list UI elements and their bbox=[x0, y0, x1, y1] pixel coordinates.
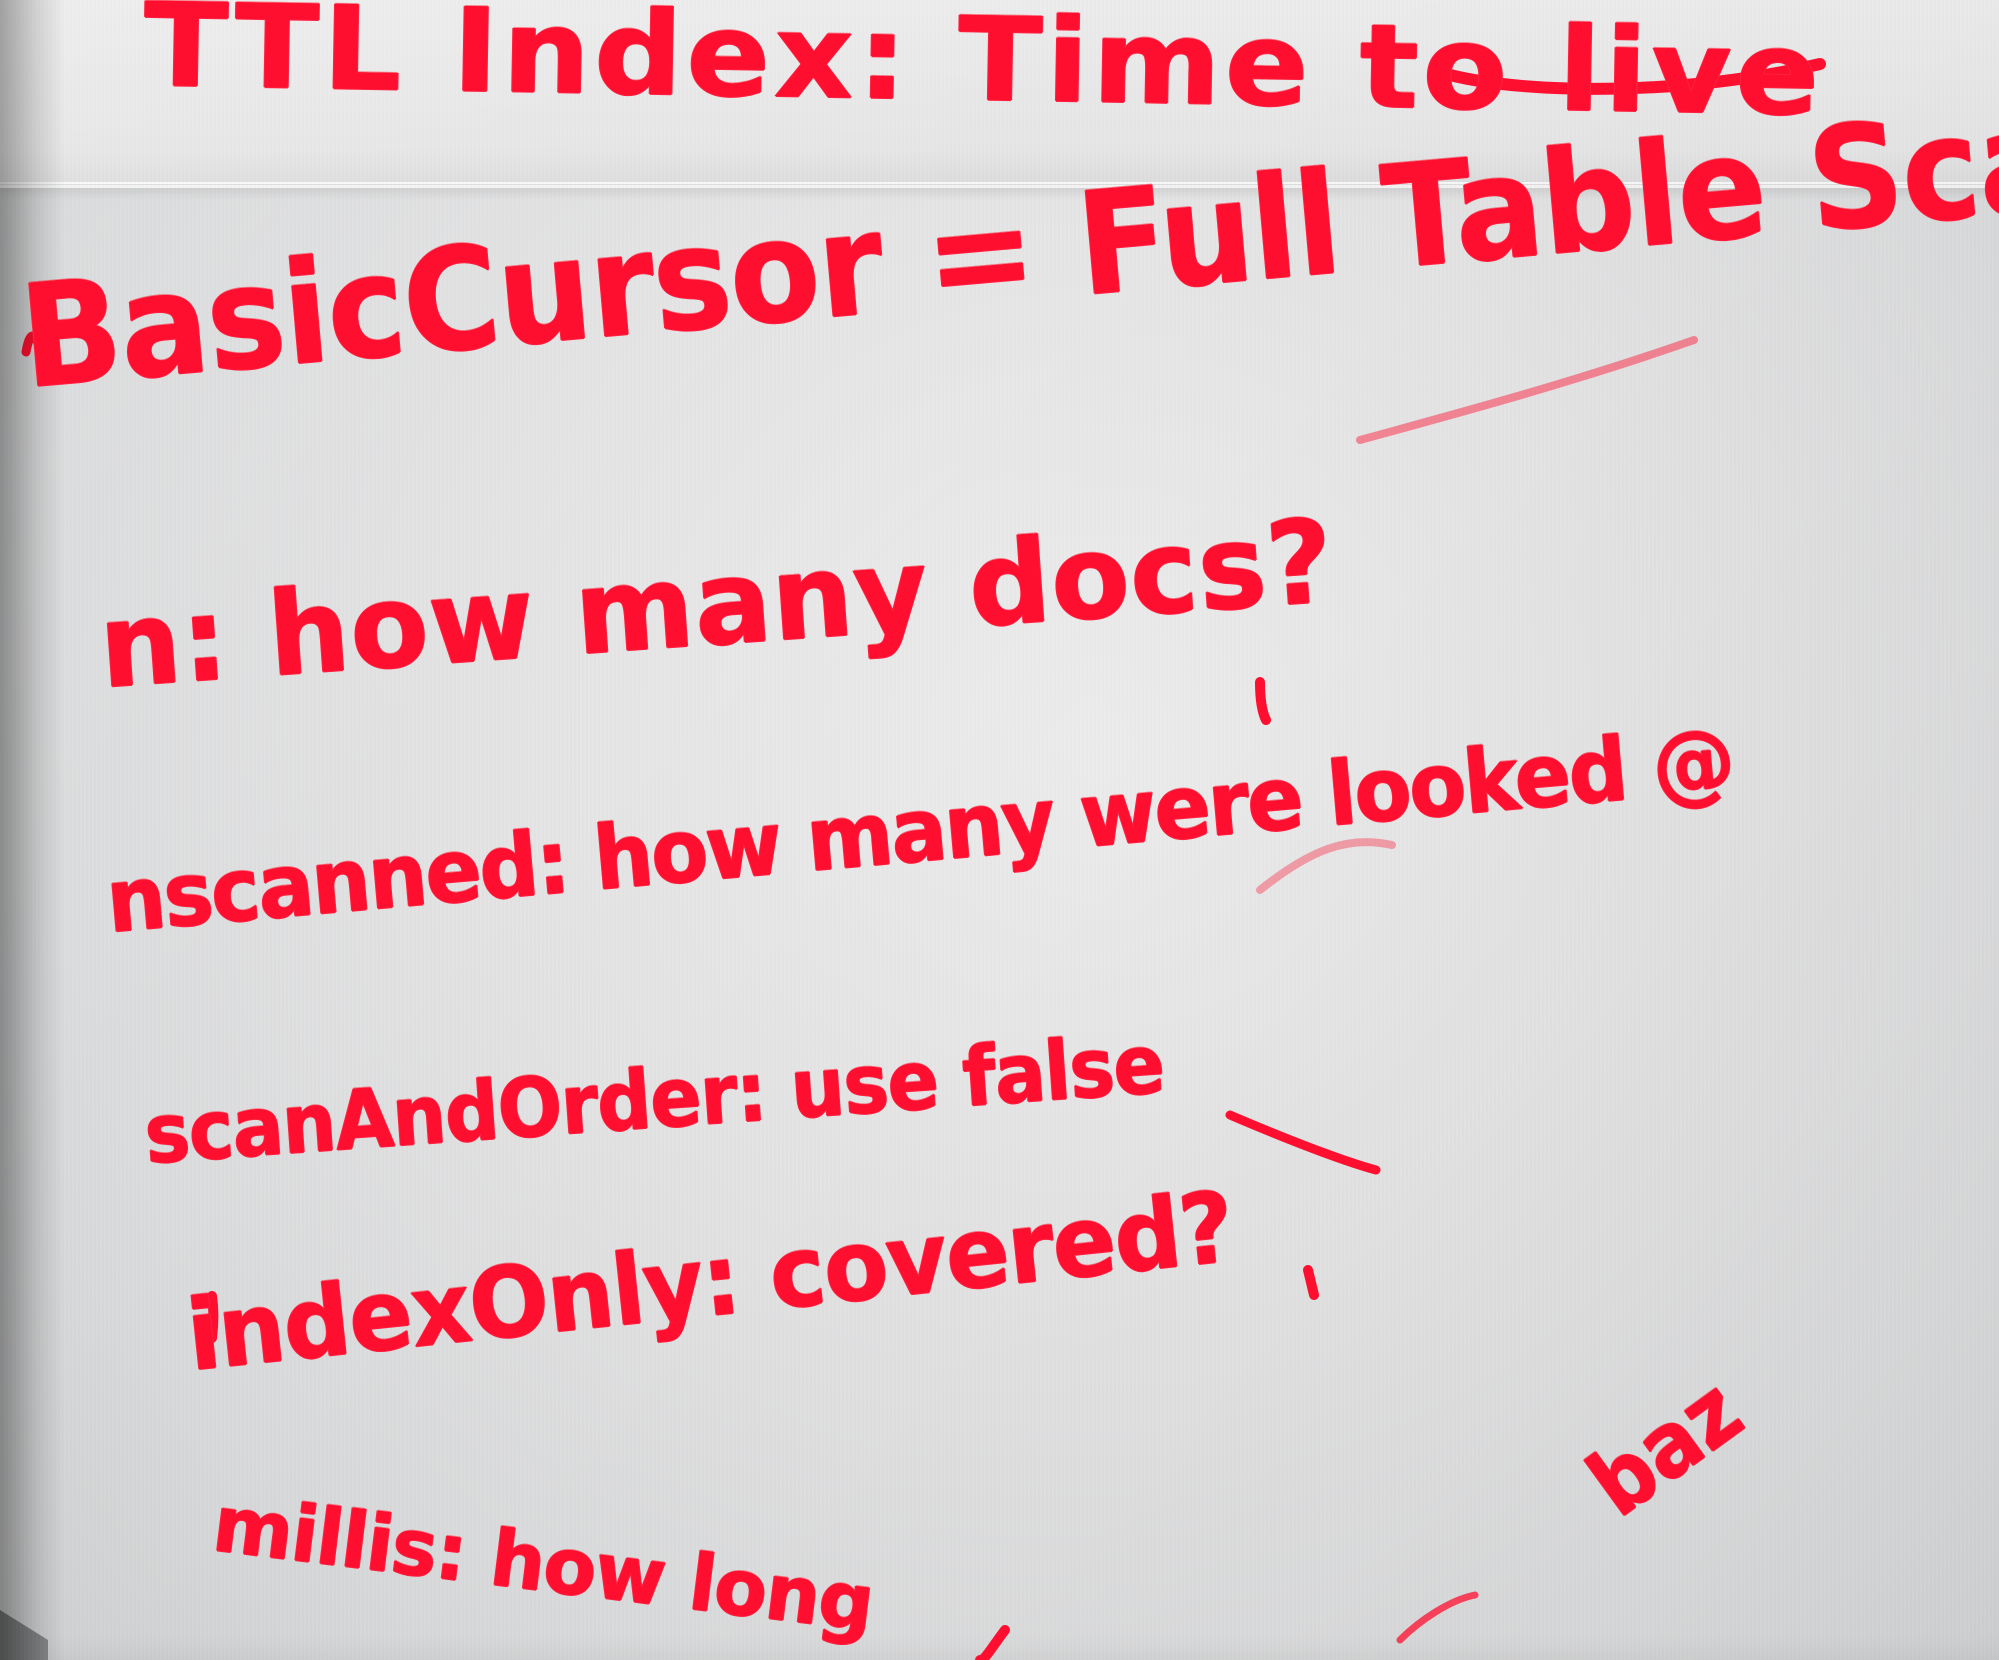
top-paper-sheet bbox=[0, 0, 1999, 188]
flip-chart-photo: TTL Index: Time to live BasicCursor = Fu… bbox=[0, 0, 1999, 1660]
flip-chart-paper bbox=[0, 0, 1999, 1660]
paper-fold-line bbox=[0, 182, 1999, 184]
